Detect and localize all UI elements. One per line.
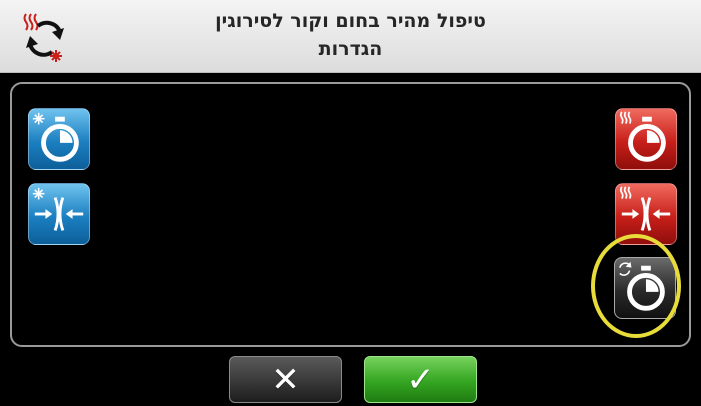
cycle-timer-button[interactable] <box>614 257 676 319</box>
close-icon: ✕ <box>271 359 300 400</box>
check-icon: ✓ <box>406 359 435 400</box>
snowflake-compress-icon <box>32 187 84 231</box>
header-bar: טיפול מהיר בחום וקור לסירוגין הגדרות <box>0 0 701 73</box>
heat-compress-button[interactable] <box>615 183 677 245</box>
title-line-2: הגדרות <box>318 38 383 60</box>
heat-timer-icon <box>619 111 666 162</box>
settings-panel <box>10 82 691 347</box>
cancel-button[interactable]: ✕ <box>229 356 342 403</box>
heat-timer-button[interactable] <box>615 108 677 170</box>
heat-compress-icon <box>619 186 671 231</box>
cold-compress-button[interactable] <box>28 183 90 245</box>
cold-timer-button[interactable] <box>28 108 90 170</box>
page-title: טיפול מהיר בחום וקור לסירוגין הגדרות <box>110 7 591 63</box>
snowflake-timer-icon <box>32 112 79 162</box>
cycle-timer-icon <box>619 261 665 311</box>
title-line-1: טיפול מהיר בחום וקור לסירוגין <box>215 10 486 32</box>
heat-cold-cycle-icon <box>18 10 68 64</box>
confirm-button[interactable]: ✓ <box>364 356 477 403</box>
